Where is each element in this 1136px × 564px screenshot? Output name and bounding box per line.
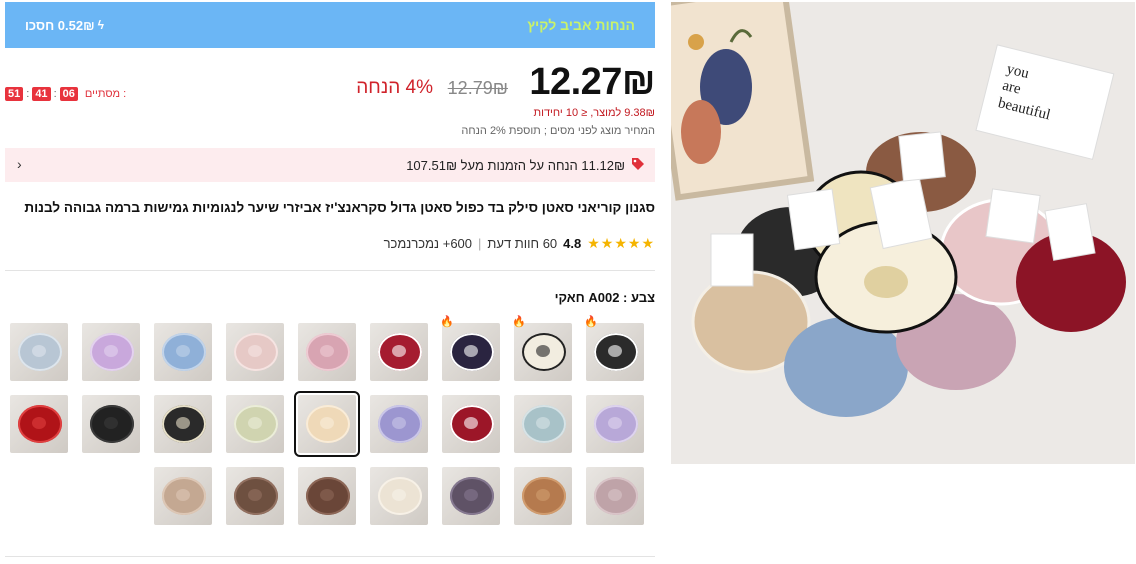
scrunchie-highlight xyxy=(464,417,478,429)
promo-saving-text: 0.52₪ חסכו xyxy=(25,17,95,33)
color-swatch[interactable] xyxy=(154,395,212,453)
color-swatch[interactable] xyxy=(226,323,284,381)
sold-count: 600+ נמכרנמכר xyxy=(383,236,473,251)
scrunchie-highlight xyxy=(32,345,46,357)
current-price: 12.27₪ xyxy=(529,61,655,103)
scrunchie-highlight xyxy=(104,417,118,429)
scrunchie-highlight xyxy=(392,345,406,357)
scrunchie-highlight xyxy=(536,345,550,357)
promo-banner[interactable]: הנחות אביב לקיץ ϟ 0.52₪ חסכו xyxy=(5,2,655,48)
hot-fire-icon: 🔥 xyxy=(440,316,454,328)
color-swatch[interactable] xyxy=(442,395,500,453)
countdown-separator: : xyxy=(26,88,30,100)
color-swatch[interactable] xyxy=(586,395,644,453)
color-swatch[interactable] xyxy=(82,323,140,381)
coupon-text: 11.12₪ הנחה על הזמנות מעל 107.51₪ xyxy=(406,157,625,173)
color-swatch[interactable] xyxy=(514,323,572,381)
countdown-separator: : xyxy=(53,88,57,100)
hot-fire-icon: 🔥 xyxy=(512,316,526,328)
unit-price: 9.38₪ למוצר, ≤ 10 יחידות xyxy=(533,107,655,119)
color-swatch[interactable] xyxy=(298,467,356,525)
scrunchie-highlight xyxy=(464,345,478,357)
color-swatch[interactable] xyxy=(82,395,140,453)
scrunchie-highlight xyxy=(608,417,622,429)
divider xyxy=(5,270,655,271)
product-hero-image[interactable]: you are beautiful xyxy=(671,2,1135,464)
color-swatch[interactable] xyxy=(154,323,212,381)
star-rating-icon: ★★★★★ xyxy=(587,235,655,251)
color-swatch[interactable] xyxy=(442,323,500,381)
tag-icon xyxy=(631,157,645,174)
scrunchie-highlight xyxy=(248,345,262,357)
chevron-left-icon[interactable]: ‹ xyxy=(17,156,22,172)
countdown-seconds: 51 xyxy=(5,87,24,101)
scrunchie-highlight xyxy=(320,417,334,429)
lightning-icon: ϟ xyxy=(97,18,104,32)
color-swatch[interactable] xyxy=(586,467,644,525)
scrunchie-highlight xyxy=(248,417,262,429)
scrunchie-highlight xyxy=(320,489,334,501)
tax-note: המחיר מוצג לפני מסים ; תוספת 2% הנחה xyxy=(461,125,655,137)
countdown-timer: 51 : 41 : 06 מסתיים : xyxy=(5,87,126,101)
scrunchie-highlight xyxy=(464,489,478,501)
divider xyxy=(5,556,655,557)
countdown-hours: 06 xyxy=(59,87,78,101)
color-swatch[interactable] xyxy=(10,395,68,453)
scrunchie-highlight xyxy=(392,417,406,429)
color-swatch[interactable] xyxy=(298,323,356,381)
divider: | xyxy=(478,236,482,251)
color-swatch[interactable] xyxy=(370,323,428,381)
scrunchie-highlight xyxy=(608,489,622,501)
scrunchie-highlight xyxy=(392,489,406,501)
scrunchie-highlight xyxy=(32,417,46,429)
promo-saving: ϟ 0.52₪ חסכו xyxy=(25,18,104,33)
scrunchie-highlight xyxy=(248,489,262,501)
promo-title: הנחות אביב לקיץ xyxy=(527,17,635,33)
color-swatch[interactable] xyxy=(514,467,572,525)
scrunchie-highlight xyxy=(104,345,118,357)
color-swatch[interactable] xyxy=(154,467,212,525)
color-swatch[interactable] xyxy=(226,395,284,453)
color-label: צבע : A002 חאקי xyxy=(554,290,655,305)
scrunchie-highlight xyxy=(176,345,190,357)
original-price: 12.79₪ xyxy=(447,78,508,98)
review-count[interactable]: 60 חוות דעת xyxy=(487,236,557,251)
coupon-banner[interactable]: 11.12₪ הנחה על הזמנות מעל 107.51₪ ‹ xyxy=(5,148,655,182)
countdown-label: מסתיים : xyxy=(84,88,127,100)
product-title: סגנון קוריאני סאטן סילק בד כפול סאטן גדו… xyxy=(24,200,655,215)
scrunchie-highlight xyxy=(176,489,190,501)
discount-badge: 4% הנחה xyxy=(356,77,433,98)
hot-fire-icon: 🔥 xyxy=(584,316,598,328)
rating-value: 4.8 xyxy=(563,236,582,251)
color-swatch[interactable] xyxy=(10,323,68,381)
product-info-panel: הנחות אביב לקיץ ϟ 0.52₪ חסכו 12.27₪ 12.7… xyxy=(0,0,660,564)
color-swatch[interactable] xyxy=(294,391,360,457)
color-swatch[interactable] xyxy=(514,395,572,453)
scrunchie-highlight xyxy=(176,417,190,429)
color-swatch[interactable] xyxy=(442,467,500,525)
countdown-minutes: 41 xyxy=(32,87,51,101)
rating-row: ★★★★★ 4.8 60 חוות דעת | 600+ נמכרנמכר xyxy=(384,235,655,252)
scrunchie-highlight xyxy=(320,345,334,357)
color-swatch[interactable] xyxy=(226,467,284,525)
color-swatch[interactable] xyxy=(370,395,428,453)
color-swatch[interactable] xyxy=(586,323,644,381)
scrunchie-highlight xyxy=(536,489,550,501)
scrunchie-highlight xyxy=(536,417,550,429)
scrunchie-highlight xyxy=(608,345,622,357)
color-swatch[interactable] xyxy=(370,467,428,525)
framed-art-image xyxy=(671,2,815,201)
